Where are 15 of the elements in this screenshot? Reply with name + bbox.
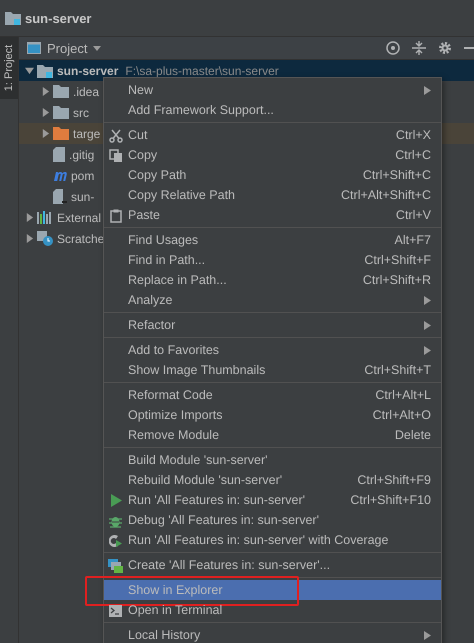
- shortcut-text: Ctrl+Alt+O: [372, 408, 431, 422]
- shortcut-text: Ctrl+C: [395, 148, 431, 162]
- shortcut-text: Ctrl+Shift+F9: [357, 473, 431, 487]
- shortcut-text: Ctrl+Shift+F10: [350, 493, 431, 507]
- shortcut-text: Ctrl+Shift+T: [364, 363, 431, 377]
- shortcut-text: Ctrl+Alt+L: [375, 388, 431, 402]
- shortcut-text: Ctrl+X: [396, 128, 431, 142]
- module-path: F:\sa-plus-master\sun-server: [125, 64, 279, 78]
- shortcut-text: Ctrl+V: [396, 208, 431, 222]
- shortcut-text: Ctrl+Shift+F: [364, 253, 431, 267]
- shortcut-text: Delete: [394, 428, 431, 442]
- shortcut-text: Ctrl+Alt+Shift+C: [341, 188, 431, 202]
- shortcut-text: Alt+F7: [394, 233, 431, 247]
- shortcut-text: Ctrl+Shift+R: [362, 273, 431, 287]
- shortcut-text: Ctrl+Shift+C: [362, 168, 431, 182]
